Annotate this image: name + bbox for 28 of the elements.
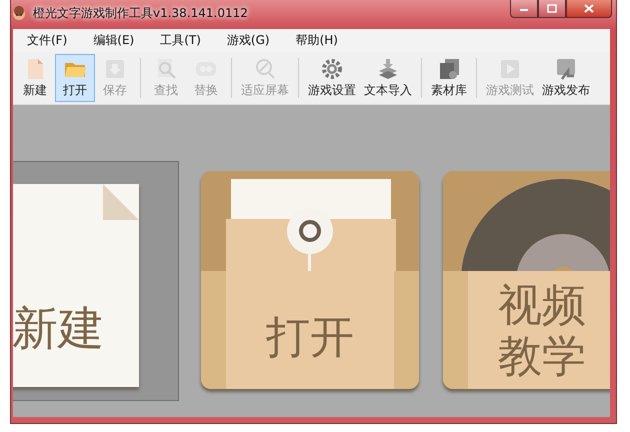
toolbar-button[interactable]: 打开	[55, 54, 95, 102]
menu-item[interactable]: 文件(F)	[27, 32, 68, 49]
toolbar-button[interactable]: 新建	[15, 54, 55, 102]
card-label: 新建	[13, 301, 104, 355]
toolbar-button[interactable]: 文本导入	[360, 54, 416, 102]
gallery-icon	[437, 57, 461, 81]
close-icon	[584, 4, 594, 13]
zoom-icon	[253, 57, 277, 81]
maximize-button[interactable]	[538, 0, 566, 18]
publish-icon	[554, 57, 578, 81]
settings-icon	[320, 57, 344, 81]
app-icon	[11, 5, 27, 21]
card-label: 视频	[498, 281, 586, 332]
menu-item[interactable]: 工具(T)	[160, 32, 201, 49]
page-corner-icon	[103, 184, 139, 220]
toolbar-button[interactable]: 素材库	[427, 54, 471, 102]
card-label: 教学	[498, 332, 586, 382]
menu-item[interactable]: 帮助(H)	[296, 32, 338, 49]
toolbar-button[interactable]: 游戏设置	[304, 54, 360, 102]
new-card[interactable]: 新建	[13, 184, 139, 387]
minimize-button[interactable]	[510, 0, 538, 18]
menu-item[interactable]: 编辑(E)	[93, 32, 134, 49]
close-button[interactable]	[566, 0, 612, 18]
menu-item[interactable]: 游戏(G)	[226, 32, 270, 49]
card-label: 打开	[266, 313, 354, 364]
window-title: 橙光文字游戏制作工具v1.38.141.0112	[33, 5, 248, 22]
maximize-icon	[547, 4, 557, 13]
toolbar-button[interactable]: 游戏发布	[538, 54, 594, 102]
